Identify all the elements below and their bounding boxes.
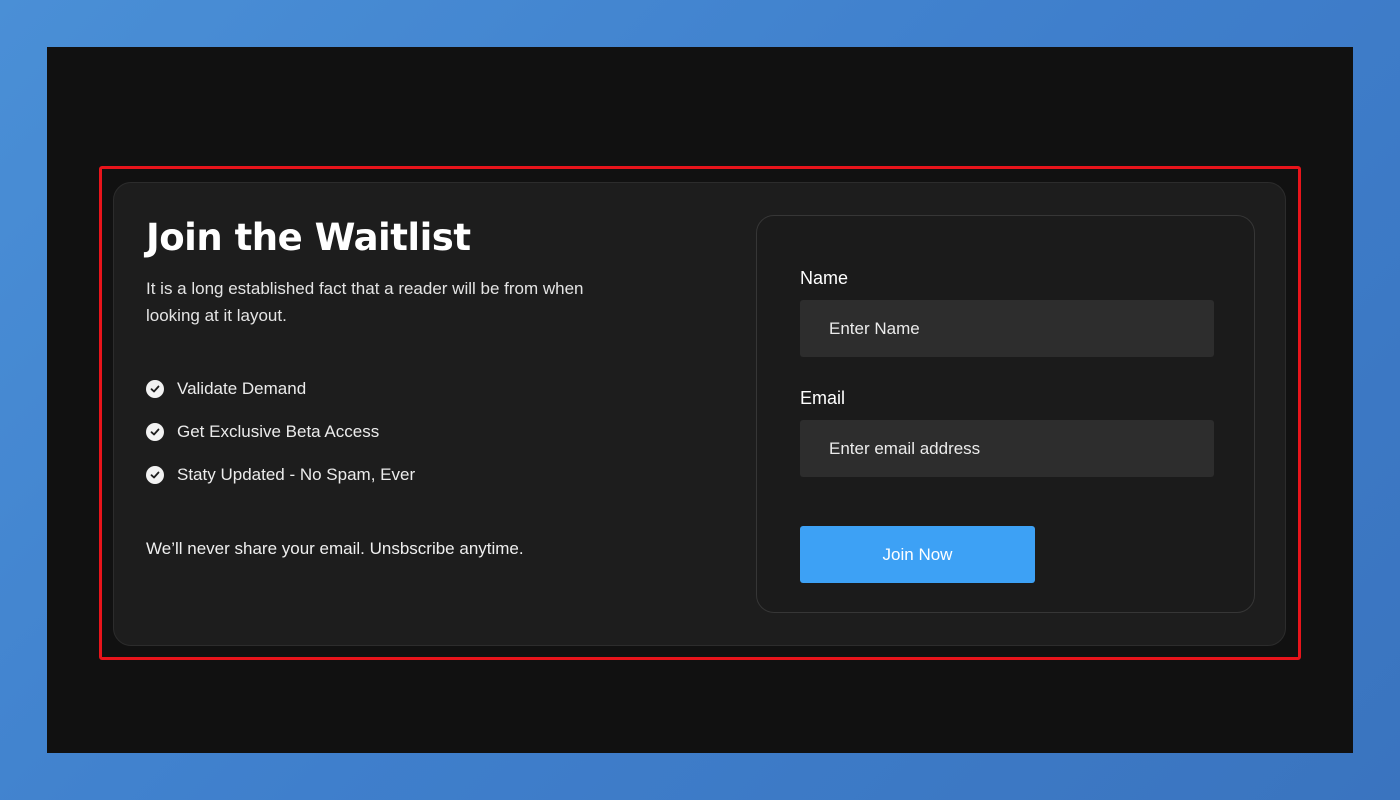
waitlist-form: Name Email Join Now: [756, 215, 1255, 613]
join-now-button[interactable]: Join Now: [800, 526, 1035, 583]
waitlist-info: Join the Waitlist It is a long establish…: [146, 215, 616, 496]
feature-item: Validate Demand: [146, 367, 616, 410]
name-label: Name: [800, 268, 849, 288]
check-circle-icon: [146, 465, 164, 484]
email-input[interactable]: [800, 420, 1214, 477]
feature-item: Staty Updated - No Spam, Ever: [146, 453, 616, 496]
check-circle-icon: [146, 379, 164, 398]
check-circle-icon: [146, 422, 164, 441]
email-label: Email: [800, 388, 846, 408]
feature-item: Get Exclusive Beta Access: [146, 410, 616, 453]
waitlist-card: Join the Waitlist It is a long establish…: [113, 182, 1286, 646]
waitlist-title: Join the Waitlist: [146, 216, 471, 259]
feature-label: Staty Updated - No Spam, Ever: [177, 464, 416, 484]
feature-label: Get Exclusive Beta Access: [177, 421, 380, 441]
feature-list: Validate Demand Get Exclusive Beta Acces…: [146, 367, 616, 496]
waitlist-description: It is a long established fact that a rea…: [146, 279, 584, 325]
name-input[interactable]: [800, 300, 1214, 357]
privacy-note: We’ll never share your email. Unsbscribe…: [146, 539, 524, 558]
feature-label: Validate Demand: [177, 378, 307, 398]
